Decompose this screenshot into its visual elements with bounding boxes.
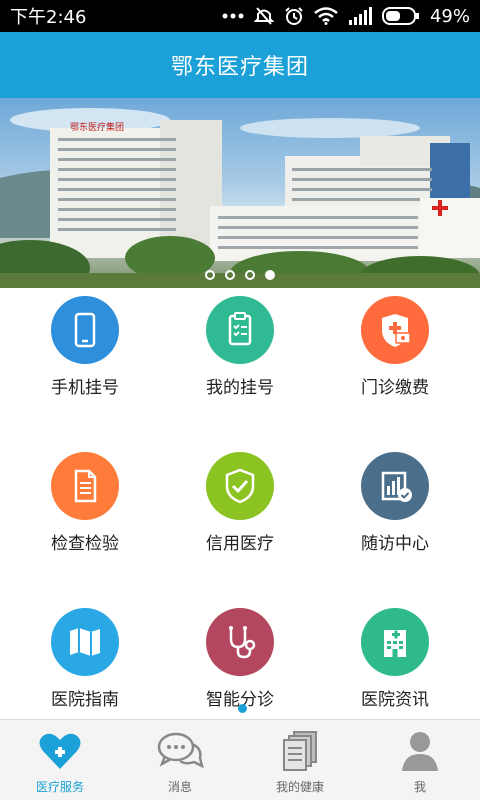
- hospital-photo: 鄂东医疗集团: [0, 108, 480, 288]
- nav-messages[interactable]: 消息: [120, 720, 240, 800]
- banner-carousel[interactable]: 鄂东医疗集团: [0, 98, 480, 288]
- nav-label: 医疗服务: [35, 780, 84, 794]
- service-grid: 手机挂号 我的挂号 门诊缴费 检查检验 信用医疗 随访中心 医院指南 智能分诊 …: [0, 288, 480, 718]
- carousel-dot[interactable]: [225, 270, 235, 280]
- chart-check-icon: [361, 452, 429, 520]
- service-mobile-registration[interactable]: 手机挂号: [5, 292, 165, 442]
- service-outpatient-payment[interactable]: 门诊缴费: [315, 292, 475, 442]
- nav-label: 我的健康: [275, 780, 324, 794]
- more-icon: [222, 12, 244, 20]
- app-header: 鄂东医疗集团: [0, 32, 480, 98]
- service-label: 信用医疗: [206, 534, 274, 554]
- nav-medical-service[interactable]: 医疗服务: [0, 720, 120, 800]
- heart-plus-icon: [36, 728, 84, 774]
- mute-icon: [253, 6, 274, 26]
- person-icon: [396, 728, 444, 774]
- hospital-building-icon: [361, 608, 429, 676]
- nav-my-health[interactable]: 我的健康: [240, 720, 360, 800]
- nav-label: 我: [413, 780, 426, 794]
- carousel-dots: [0, 270, 480, 280]
- service-label: 我的挂号: [206, 378, 274, 398]
- service-label: 随访中心: [361, 534, 429, 554]
- service-label: 检查检验: [51, 534, 119, 554]
- status-bar: 下午2:46 49%: [0, 0, 480, 32]
- service-followup-center[interactable]: 随访中心: [315, 448, 475, 598]
- alarm-icon: [284, 6, 304, 26]
- status-time: 下午2:46: [10, 7, 87, 28]
- signal-icon: [348, 7, 372, 25]
- svg-text:鄂东医疗集团: 鄂东医疗集团: [70, 121, 124, 133]
- wifi-icon: [314, 7, 338, 25]
- carousel-dot[interactable]: [245, 270, 255, 280]
- battery-percentage: 49%: [429, 5, 470, 27]
- stethoscope-icon: [206, 608, 274, 676]
- bottom-navigation: 医疗服务 消息 我的健康 我: [0, 719, 480, 800]
- app-title: 鄂东医疗集团: [170, 55, 309, 80]
- service-my-registration[interactable]: 我的挂号: [160, 292, 320, 442]
- carousel-dot[interactable]: [205, 270, 215, 280]
- clipboard-list-icon: [206, 296, 274, 364]
- page-indicator-dot: [238, 704, 247, 713]
- nav-me[interactable]: 我: [360, 720, 480, 800]
- shield-check-icon: [206, 452, 274, 520]
- mobile-phone-icon: [51, 296, 119, 364]
- service-credit-medical[interactable]: 信用医疗: [160, 448, 320, 598]
- documents-icon: [276, 728, 324, 774]
- status-icons: 49%: [222, 6, 470, 27]
- service-label: 门诊缴费: [361, 378, 429, 398]
- service-label: 医院指南: [51, 690, 119, 710]
- nav-label: 消息: [167, 780, 192, 794]
- chat-bubbles-icon: [156, 728, 204, 774]
- medical-payment-icon: [361, 296, 429, 364]
- service-label: 医院资讯: [361, 690, 429, 710]
- carousel-dot-active[interactable]: [265, 270, 275, 280]
- map-icon: [51, 608, 119, 676]
- document-icon: [51, 452, 119, 520]
- service-examination[interactable]: 检查检验: [5, 448, 165, 598]
- battery-icon: [381, 7, 420, 25]
- service-label: 手机挂号: [51, 378, 119, 398]
